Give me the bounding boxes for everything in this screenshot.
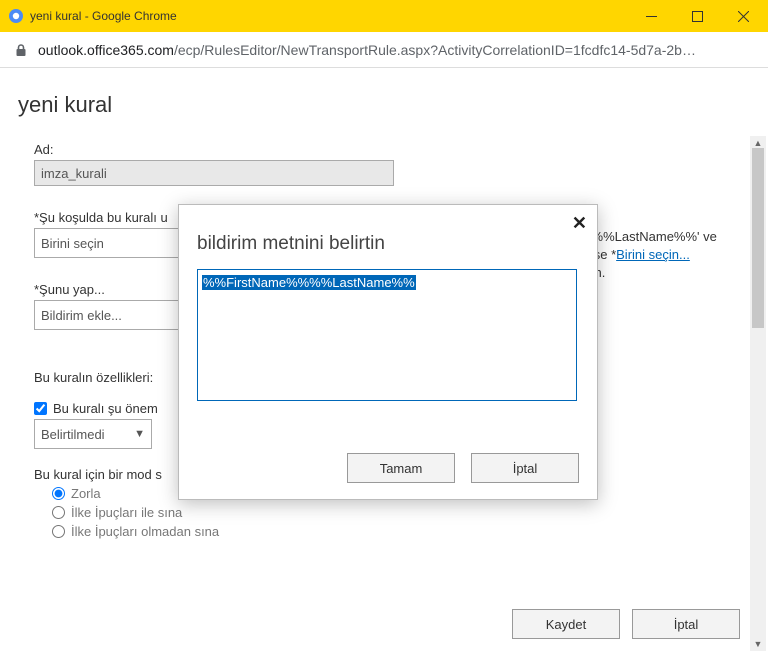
name-input[interactable]: imza_kurali — [34, 160, 394, 186]
modal-title: bildirim metnini belirtin — [197, 233, 579, 255]
modal-cancel-button[interactable]: İptal — [471, 453, 579, 483]
side-info-text: %%%LastName%%' ve ezse *Birini seçin... … — [580, 228, 750, 283]
mode-hint2-row[interactable]: İlke İpuçları olmadan sına — [52, 524, 740, 539]
window-title: yeni kural - Google Chrome — [30, 9, 628, 23]
window-titlebar: yeni kural - Google Chrome — [0, 0, 768, 32]
selected-text: %%FirstName%%%%LastName%% — [202, 275, 416, 290]
modal-ok-button[interactable]: Tamam — [347, 453, 455, 483]
mode-enforce-radio[interactable] — [52, 487, 65, 500]
mode-hint2-radio[interactable] — [52, 525, 65, 538]
save-button[interactable]: Kaydet — [512, 609, 620, 639]
mode-hint1-label: İlke İpuçları ile sına — [71, 505, 182, 520]
importance-checkbox[interactable] — [34, 402, 47, 415]
name-label: Ad: — [34, 142, 740, 157]
importance-checkbox-label: Bu kuralı şu önem — [53, 401, 158, 416]
side-info-link[interactable]: Birini seçin... — [616, 247, 690, 262]
disclaimer-textarea[interactable]: %%FirstName%%%%LastName%% — [197, 269, 577, 401]
chrome-favicon — [8, 8, 24, 24]
close-window-button[interactable] — [720, 0, 766, 32]
url-text[interactable]: outlook.office365.com/ecp/RulesEditor/Ne… — [38, 42, 760, 58]
page-footer-buttons: Kaydet İptal — [512, 609, 740, 639]
scroll-thumb[interactable] — [752, 148, 764, 328]
disclaimer-text-modal: ✕ bildirim metnini belirtin %%FirstName%… — [178, 204, 598, 500]
mode-enforce-label: Zorla — [71, 486, 101, 501]
close-icon[interactable]: ✕ — [572, 213, 587, 234]
scroll-down-icon[interactable]: ▼ — [750, 637, 766, 651]
mode-hint1-row[interactable]: İlke İpuçları ile sına — [52, 505, 740, 520]
mode-hint2-label: İlke İpuçları olmadan sına — [71, 524, 219, 539]
vertical-scrollbar[interactable]: ▲ ▼ — [750, 136, 766, 651]
address-bar: outlook.office365.com/ecp/RulesEditor/Ne… — [0, 32, 768, 68]
maximize-button[interactable] — [674, 0, 720, 32]
chevron-down-icon: ▼ — [134, 428, 145, 440]
mode-hint1-radio[interactable] — [52, 506, 65, 519]
importance-select[interactable]: Belirtilmedi▼ — [34, 419, 152, 449]
modal-footer-buttons: Tamam İptal — [347, 453, 579, 483]
page-title: yeni kural — [0, 68, 768, 118]
lock-icon — [14, 43, 28, 57]
minimize-button[interactable] — [628, 0, 674, 32]
cancel-button[interactable]: İptal — [632, 609, 740, 639]
